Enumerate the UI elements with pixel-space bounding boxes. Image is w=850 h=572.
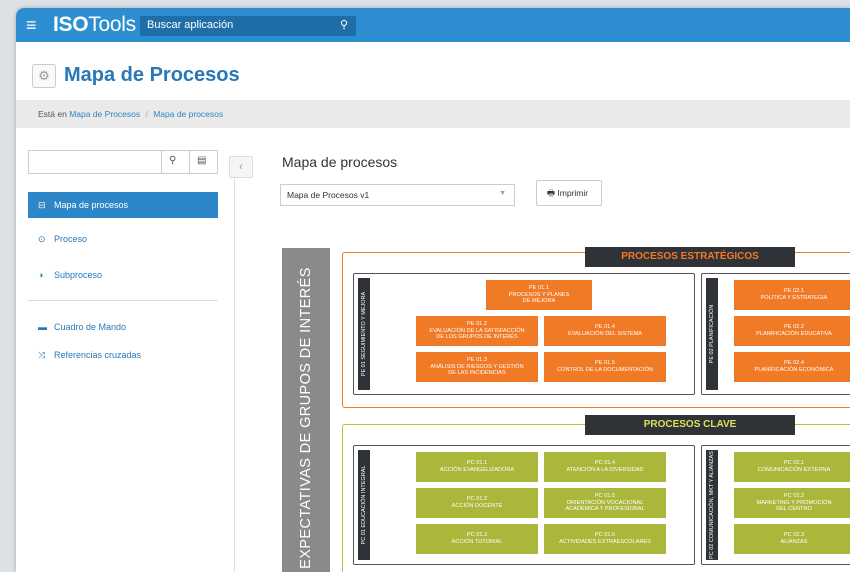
process-box[interactable]: PC 01.5 ORIENTACIÓN VOCACIONAL ACADÉMICA …	[544, 488, 666, 518]
sidebar-search-input[interactable]: ⚲ ▤	[28, 150, 218, 174]
search-icon[interactable]: ⚲	[169, 155, 176, 166]
app-window: ≡ ISOTools Buscar aplicación ⚲ ⚙ Mapa de…	[16, 8, 850, 572]
process-box[interactable]: PC 01.4 ATENCIÓN A LA DIVERSIDAD	[544, 452, 666, 482]
process-box[interactable]: PE 02.4 PLANIFICACIÓN ECONÓMICA	[734, 352, 850, 382]
process-box[interactable]: PE 01.1 PROCESOS Y PLANES DE MEJORA	[486, 280, 592, 310]
sidebar-item-subproceso[interactable]: ◑ Subproceso	[28, 262, 218, 288]
sidebar-item-label: Mapa de procesos	[54, 200, 129, 210]
collapse-sidebar-button[interactable]: ‹	[229, 156, 253, 178]
shuffle-icon: ⤨	[38, 350, 46, 360]
select-value: Mapa de Procesos v1	[287, 190, 370, 200]
print-button[interactable]: 🖶 Imprimir	[536, 180, 602, 206]
print-label: Imprimir	[557, 188, 589, 198]
sidebar-divider	[28, 300, 218, 301]
sidebar-item-referencias-cruzadas[interactable]: ⤨ Referencias cruzadas	[28, 342, 218, 368]
stakeholder-expectations-label: EXPECTATIVAS DE GRUPOS DE INTERÉS	[298, 267, 314, 569]
breadcrumb-prefix: Está en	[38, 109, 67, 119]
divider	[161, 151, 162, 173]
breadcrumb: Está en Mapa de Procesos / Mapa de proce…	[16, 100, 850, 128]
section-procesos-clave: PROCESOS CLAVE PC 01 EDUCACIÓN INTEGRAL …	[342, 415, 850, 572]
breadcrumb-link-mapa[interactable]: Mapa de Procesos	[69, 109, 140, 119]
sidebar-item-proceso[interactable]: ⊙ Proceso	[28, 226, 218, 252]
list-view-icon[interactable]: ▤	[197, 155, 206, 166]
page-header: ⚙ Mapa de Procesos	[16, 42, 850, 100]
group-pe01: PE 01 SEGUIMIENTO Y MEJORA PE 01.1 PROCES…	[353, 273, 695, 395]
search-placeholder: Buscar aplicación	[147, 19, 234, 31]
gear-icon: ⚙	[32, 64, 56, 88]
group-pe02: PE 02 PLANIFICACIÓN PE 02.1 POLÍTICA Y ES…	[701, 273, 850, 395]
process-box[interactable]: PE 02.1 POLÍTICA Y ESTRATEGIA	[734, 280, 850, 310]
process-box[interactable]: PE 01.2 EVALUACIÓN DE LA SATISFACCIÓN DE …	[416, 316, 538, 346]
breadcrumb-separator: /	[145, 109, 148, 119]
chevron-down-icon: ▼	[499, 190, 506, 197]
process-box[interactable]: PC 01.2 ACCIÓN DOCENTE	[416, 488, 538, 518]
process-map: EXPECTATIVAS DE GRUPOS DE INTERÉS PROCES…	[280, 247, 850, 572]
group-label: PC 02 COMUNICACIÓN, MKT Y ALIANZAS	[709, 451, 715, 559]
section-header-estrategicos: PROCESOS ESTRATÉGICOS	[585, 247, 795, 267]
top-bar: ≡ ISOTools Buscar aplicación ⚲	[16, 8, 850, 42]
section-header-clave: PROCESOS CLAVE	[585, 415, 795, 435]
process-box[interactable]: PC 01.6 ACTIVIDADES EXTRAESCOLARES	[544, 524, 666, 554]
divider	[189, 151, 190, 173]
dashboard-icon: ▬	[38, 322, 47, 332]
process-box[interactable]: PC 02.3 ALIANZAS	[734, 524, 850, 554]
group-pc02: PC 02 COMUNICACIÓN, MKT Y ALIANZAS PC 02…	[701, 445, 850, 565]
hamburger-menu-icon[interactable]: ≡	[26, 15, 37, 35]
process-box[interactable]: PC 02.1 COMUNICACIÓN EXTERNA	[734, 452, 850, 482]
group-label-box: PC 02 COMUNICACIÓN, MKT Y ALIANZAS	[706, 450, 718, 560]
sidebar-item-label: Proceso	[54, 234, 88, 244]
chevron-left-icon: ‹	[239, 161, 243, 173]
process-icon: ⊙	[38, 234, 46, 244]
group-pc01: PC 01 EDUCACIÓN INTEGRAL PC 01.1 ACCIÓN E…	[353, 445, 695, 565]
section-procesos-estrategicos: PROCESOS ESTRATÉGICOS PE 01 SEGUIMIENTO …	[342, 247, 850, 408]
sidebar-item-label: Subproceso	[54, 270, 103, 280]
subprocess-icon: ◑	[38, 270, 44, 280]
process-box[interactable]: PC 02.2 MARKETING Y PROMOCIÓN DEL CENTRO	[734, 488, 850, 518]
sidebar-item-cuadro-de-mando[interactable]: ▬ Cuadro de Mando	[28, 314, 218, 340]
process-box[interactable]: PE 01.5 CONTROL DE LA DOCUMENTACIÓN	[544, 352, 666, 382]
group-label-box: PE 02 PLANIFICACIÓN	[706, 278, 718, 390]
group-label: PC 01 EDUCACIÓN INTEGRAL	[361, 465, 367, 545]
sidebar-item-label: Referencias cruzadas	[54, 350, 142, 360]
map-icon: ⊟	[38, 200, 46, 210]
group-label-box: PC 01 EDUCACIÓN INTEGRAL	[358, 450, 370, 560]
stakeholder-expectations-bar: EXPECTATIVAS DE GRUPOS DE INTERÉS	[282, 248, 330, 572]
isotools-logo[interactable]: ISOTools	[53, 14, 136, 36]
search-icon[interactable]: ⚲	[340, 18, 348, 31]
map-version-select[interactable]: Mapa de Procesos v1 ▼	[280, 184, 515, 206]
group-label: PE 02 PLANIFICACIÓN	[709, 304, 715, 364]
sidebar-item-label: Cuadro de Mando	[54, 322, 127, 332]
sidebar-item-mapa-de-procesos[interactable]: ⊟ Mapa de procesos	[28, 192, 218, 218]
process-box[interactable]: PE 01.3 ANÁLISIS DE RIESGOS Y GESTIÓN DE …	[416, 352, 538, 382]
breadcrumb-link-current[interactable]: Mapa de procesos	[153, 109, 223, 119]
content-title: Mapa de procesos	[282, 154, 398, 170]
process-box[interactable]: PE 02.2 PLANIFICACIÓN EDUCATIVA	[734, 316, 850, 346]
group-label-box: PE 01 SEGUIMIENTO Y MEJORA	[358, 278, 370, 390]
group-label: PE 01 SEGUIMIENTO Y MEJORA	[361, 291, 367, 377]
sidebar-border	[234, 178, 235, 572]
process-box[interactable]: PC 01.3 ACCIÓN TUTORIAL	[416, 524, 538, 554]
process-box[interactable]: PC 01.1 ACCIÓN EVANGELIZADORA	[416, 452, 538, 482]
page-title: Mapa de Procesos	[64, 64, 240, 86]
printer-icon: 🖶	[547, 188, 556, 198]
process-box[interactable]: PE 01.4 EVALUACIÓN DEL SISTEMA	[544, 316, 666, 346]
app-search-input[interactable]: Buscar aplicación ⚲	[140, 16, 356, 36]
